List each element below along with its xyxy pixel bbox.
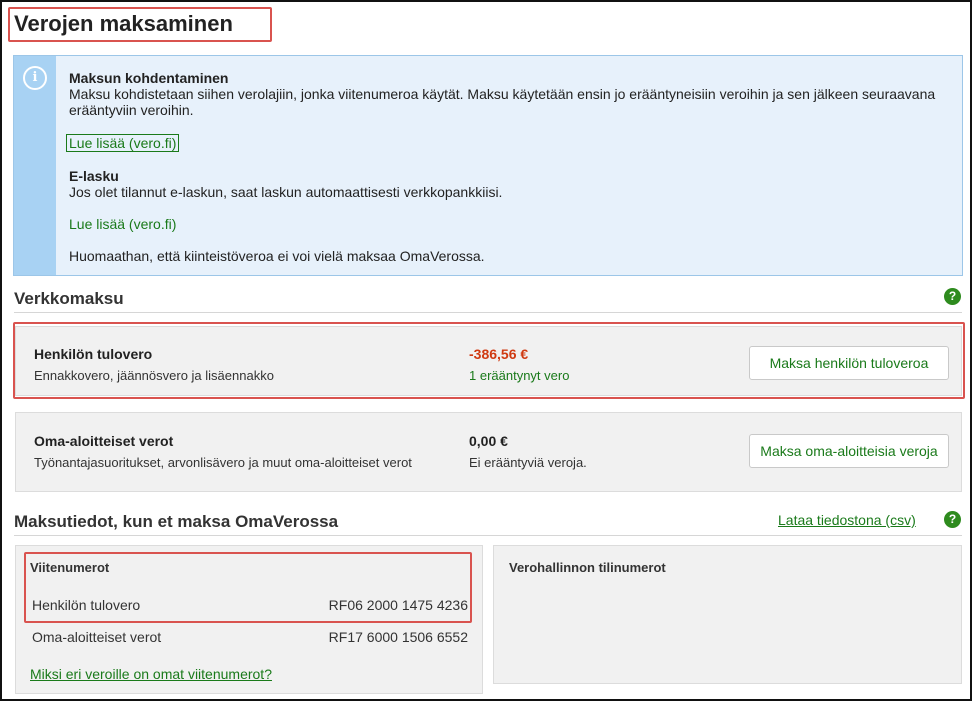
online-payment-title: Verkkomaksu bbox=[14, 289, 124, 308]
card-description: Työnantajasuoritukset, arvonlisävero ja … bbox=[34, 455, 412, 470]
card-description: Ennakkovero, jäännösvero ja lisäennakko bbox=[34, 368, 274, 383]
reference-label: Oma-aloitteiset verot bbox=[32, 629, 162, 645]
read-more-link-einvoice[interactable]: Lue lisää (vero.fi) bbox=[69, 216, 176, 232]
card-amount: -386,56 € bbox=[469, 346, 529, 362]
app-frame: Verojen maksaminen i Maksun kohdentamine… bbox=[0, 0, 972, 701]
reference-number: RF06 2000 1475 4236 bbox=[328, 597, 468, 613]
info-stripe: i bbox=[14, 56, 56, 275]
reference-label: Henkilön tulovero bbox=[32, 597, 141, 613]
payment-details-title: Maksutiedot, kun et maksa OmaVerossa bbox=[14, 512, 339, 531]
payment-card-income-tax: Henkilön tulovero Ennakkovero, jäännösve… bbox=[15, 326, 962, 396]
section-divider bbox=[14, 312, 962, 313]
reference-row: Henkilön tulovero RF06 2000 1475 4236 bbox=[32, 597, 468, 613]
download-csv-link[interactable]: Lataa tiedostona (csv) bbox=[778, 512, 916, 528]
why-separate-references-link[interactable]: Miksi eri veroille on omat viitenumerot? bbox=[30, 666, 272, 682]
info-content: Maksun kohdentaminen Maksu kohdistetaan … bbox=[66, 70, 949, 264]
reference-number: RF17 6000 1506 6552 bbox=[328, 629, 468, 645]
card-status: 1 erääntynyt vero bbox=[469, 368, 570, 383]
help-icon[interactable]: ? bbox=[944, 511, 961, 528]
reference-numbers-heading: Viitenumerot bbox=[30, 560, 110, 575]
property-tax-note: Huomaathan, että kiinteistöveroa ei voi … bbox=[69, 248, 485, 264]
reference-row: Oma-aloitteiset verot RF17 6000 1506 655… bbox=[32, 629, 468, 645]
read-more-link-allocation[interactable]: Lue lisää (vero.fi) bbox=[66, 134, 180, 152]
info-icon: i bbox=[23, 66, 47, 90]
page-title: Verojen maksaminen bbox=[14, 11, 233, 36]
reference-numbers-panel: Viitenumerot Henkilön tulovero RF06 2000… bbox=[15, 545, 483, 694]
card-name: Henkilön tulovero bbox=[34, 346, 153, 362]
card-name: Oma-aloitteiset verot bbox=[34, 433, 174, 449]
section-divider bbox=[14, 535, 962, 536]
einvoice-heading: E-lasku bbox=[69, 168, 119, 184]
allocation-heading: Maksun kohdentaminen bbox=[69, 70, 229, 86]
card-status: Ei erääntyviä veroja. bbox=[469, 455, 587, 470]
account-numbers-panel: Verohallinnon tilinumerot bbox=[493, 545, 962, 684]
einvoice-text: Jos olet tilannut e-laskun, saat laskun … bbox=[69, 184, 503, 200]
allocation-text: Maksu kohdistetaan siihen verolajiin, jo… bbox=[69, 86, 936, 118]
account-numbers-heading: Verohallinnon tilinumerot bbox=[509, 560, 666, 575]
info-box: i Maksun kohdentaminen Maksu kohdistetaa… bbox=[13, 55, 963, 276]
pay-self-assessed-button[interactable]: Maksa oma-aloitteisia veroja bbox=[749, 434, 949, 468]
payment-card-self-assessed: Oma-aloitteiset verot Työnantajasuorituk… bbox=[15, 412, 962, 492]
pay-income-tax-button[interactable]: Maksa henkilön tuloveroa bbox=[749, 346, 949, 380]
help-icon[interactable]: ? bbox=[944, 288, 961, 305]
card-amount: 0,00 € bbox=[469, 433, 508, 449]
